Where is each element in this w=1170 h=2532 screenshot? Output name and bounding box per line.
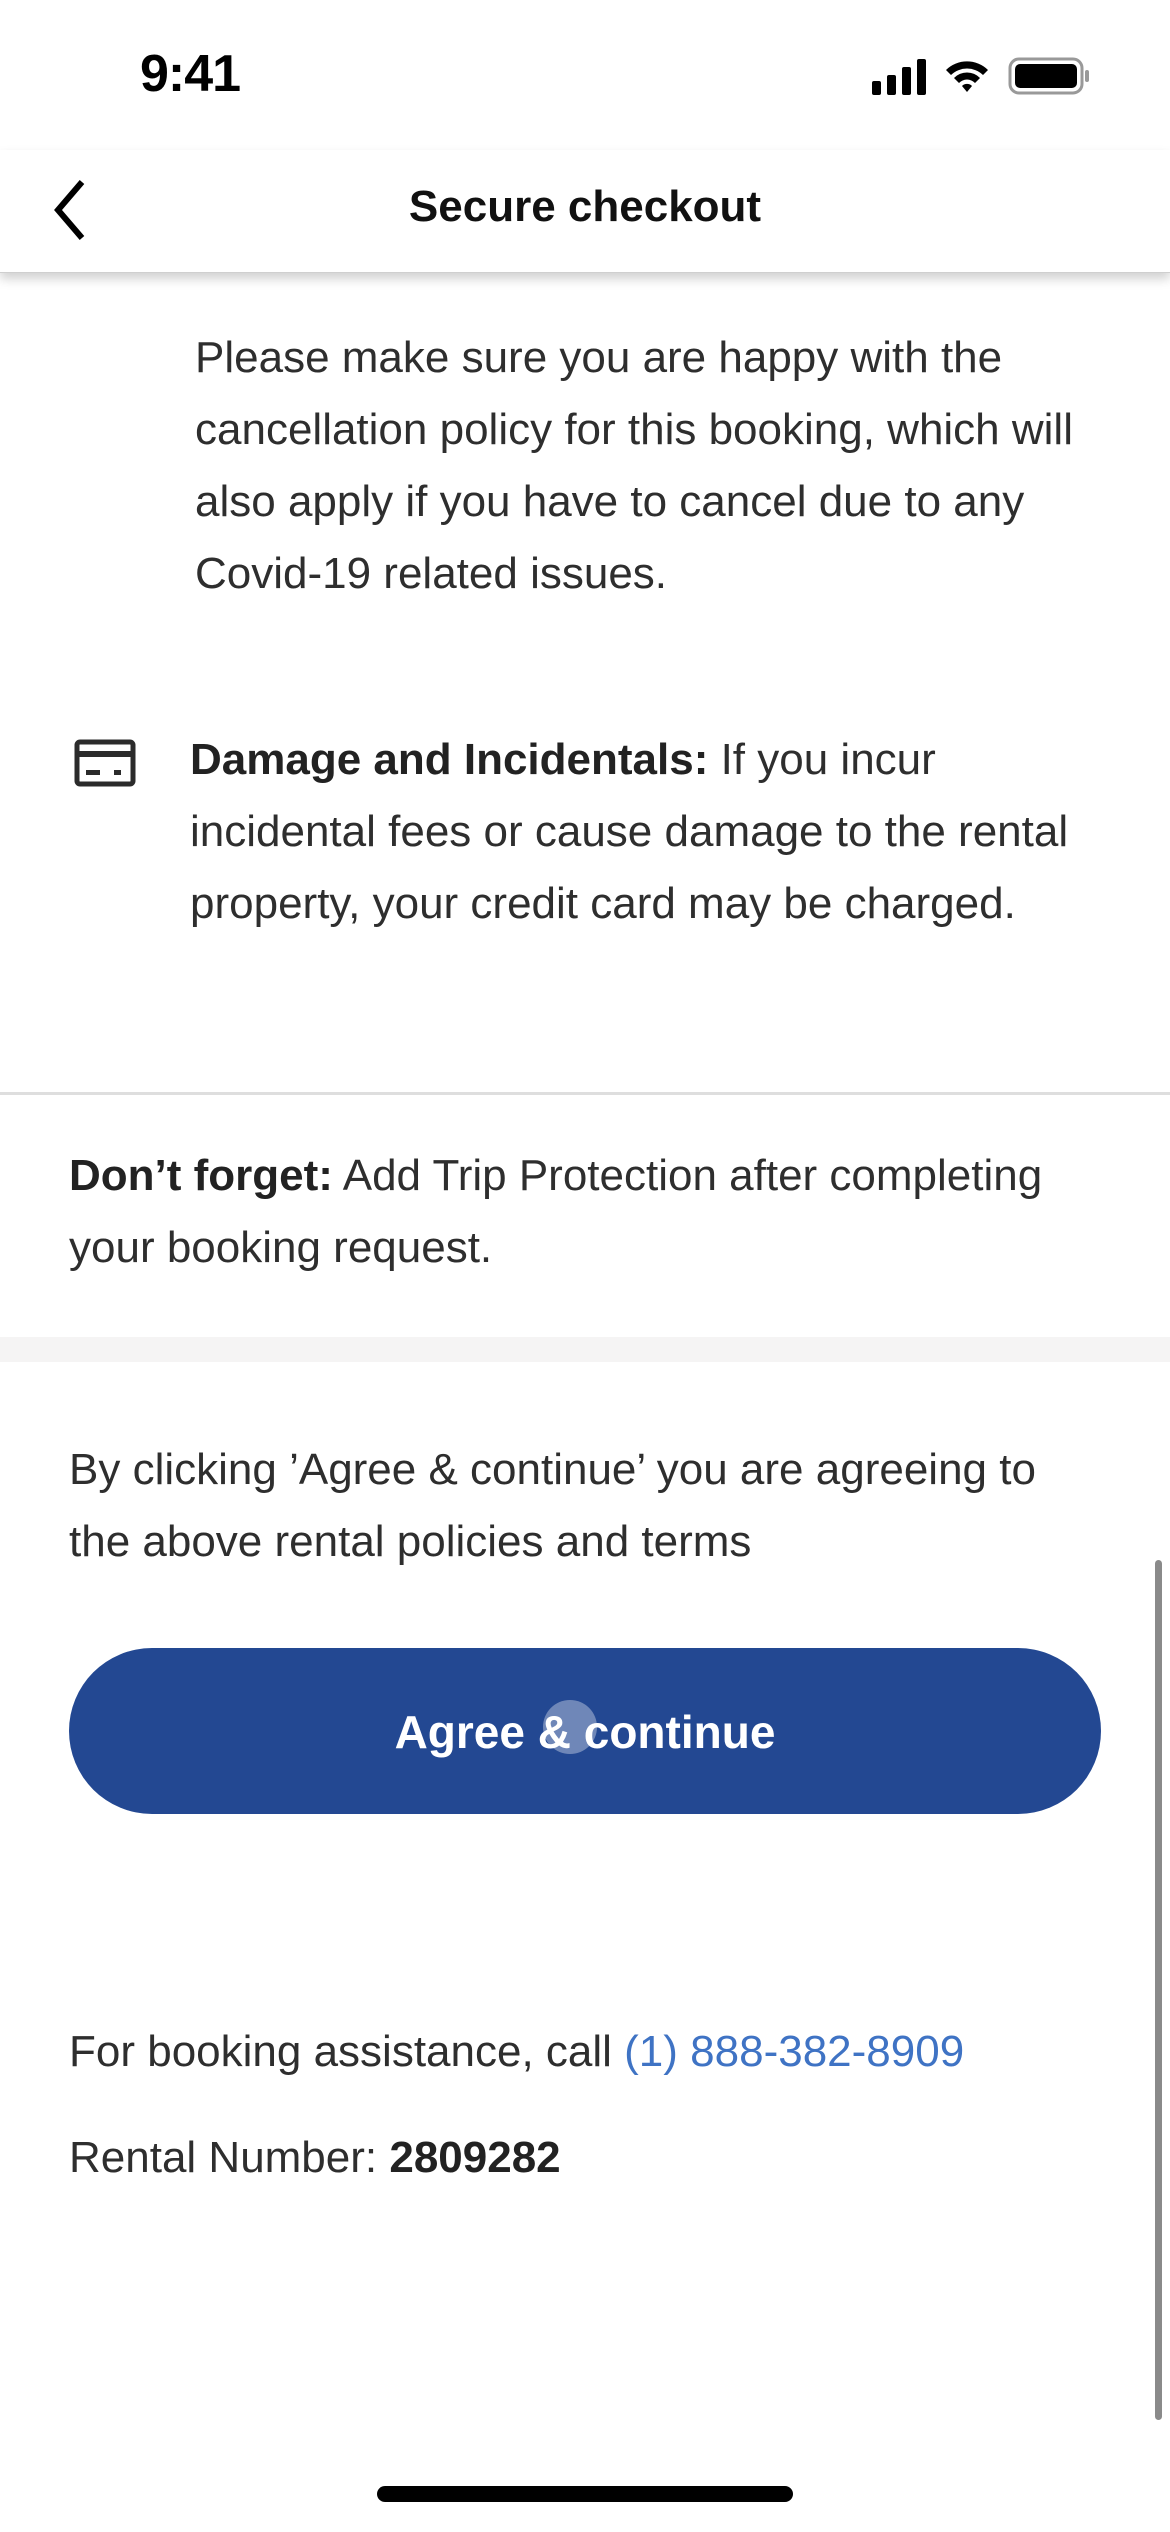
agreement-text: By clicking ’Agree & continue’ you are a… [69, 1445, 1036, 1566]
nav-bar: Secure checkout [0, 150, 1170, 273]
touch-indicator [543, 1700, 597, 1754]
scrollbar[interactable] [1155, 1560, 1162, 2420]
home-indicator[interactable] [377, 2486, 793, 2502]
wifi-icon [946, 61, 988, 92]
rental-label: Rental Number: [69, 2133, 390, 2182]
damage-label: Damage and Incidentals: [190, 735, 709, 784]
phone-link[interactable]: (1) 888-382-8909 [624, 2027, 964, 2076]
damage-incidentals-text: Damage and Incidentals: If you incur inc… [190, 724, 1090, 940]
rental-number: Rental Number: 2809282 [69, 2122, 561, 2194]
section-separator [0, 1337, 1170, 1362]
page-title: Secure checkout [408, 182, 762, 231]
cancellation-policy-text: Please make sure you are happy with the … [195, 333, 1073, 598]
battery-icon [1008, 57, 1089, 95]
rental-number-value: 2809282 [389, 2133, 561, 2182]
status-icons [872, 56, 1090, 96]
assist-text: For booking assistance, call [69, 2027, 625, 2076]
trip-protection-reminder: Don’t forget: Add Trip Protection after … [69, 1140, 1069, 1284]
reminder-label: Don’t forget: [69, 1151, 333, 1200]
divider [0, 1092, 1170, 1095]
status-time: 9:41 [140, 45, 241, 103]
status-bar: 9:41 [0, 0, 1170, 150]
cellular-signal-icon [872, 57, 926, 95]
booking-assistance: For booking assistance, call (1) 888-382… [69, 2016, 964, 2088]
credit-card-icon [74, 739, 136, 787]
